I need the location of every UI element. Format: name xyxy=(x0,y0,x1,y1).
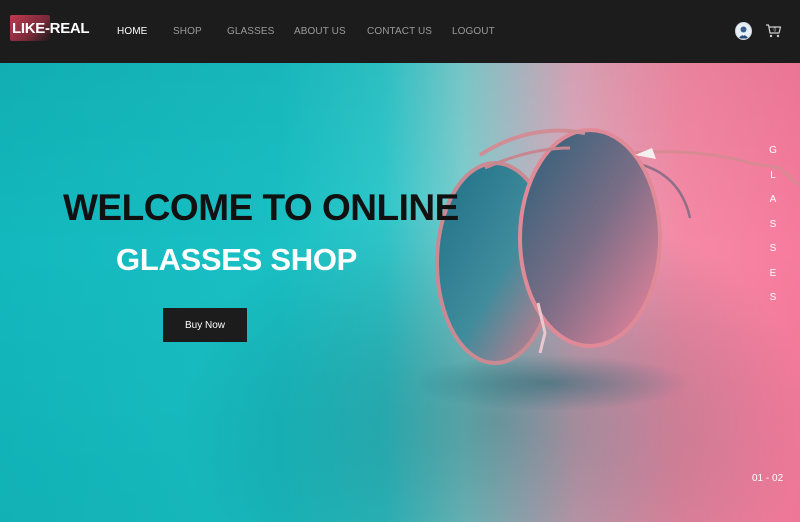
nav-item-home[interactable]: HOME xyxy=(117,26,147,37)
user-avatar-icon[interactable] xyxy=(735,22,752,40)
nav-item-logout[interactable]: LOGOUT xyxy=(452,26,495,37)
vertical-letter: G xyxy=(769,145,777,156)
nav-item-glasses[interactable]: GLASSES xyxy=(227,26,274,37)
nav-item-about-us[interactable]: ABOUT US xyxy=(294,26,346,37)
vertical-letter: S xyxy=(769,292,777,303)
slide-indicator[interactable]: 01 - 02 xyxy=(752,473,783,484)
top-navbar: LIKE-REAL HOME SHOP GLASSES ABOUT US CON… xyxy=(0,0,800,63)
cart-count: 0 xyxy=(774,28,777,34)
shopping-cart-icon[interactable]: 0 xyxy=(765,23,782,39)
nav-item-contact-us[interactable]: CONTACT US xyxy=(367,26,432,37)
vertical-letter: L xyxy=(770,169,776,181)
vertical-letter: S xyxy=(769,218,777,230)
hero-banner: WELCOME TO ONLINE GLASSES SHOP Buy Now G… xyxy=(0,63,800,522)
logo-text: LIKE-REAL xyxy=(12,20,90,37)
vertical-glasses-label: G L A S S E S xyxy=(765,145,781,317)
brand-logo[interactable]: LIKE-REAL xyxy=(10,15,90,41)
vertical-letter: S xyxy=(769,243,777,254)
hero-title-line2: GLASSES SHOP xyxy=(116,242,358,277)
vertical-letter: E xyxy=(769,267,777,279)
nav-item-shop[interactable]: SHOP xyxy=(173,26,202,37)
vertical-letter: A xyxy=(769,194,777,205)
buy-now-button[interactable]: Buy Now xyxy=(163,308,247,342)
round-sunglasses-image xyxy=(420,128,800,411)
hero-title-line1: WELCOME TO ONLINE xyxy=(63,187,459,228)
